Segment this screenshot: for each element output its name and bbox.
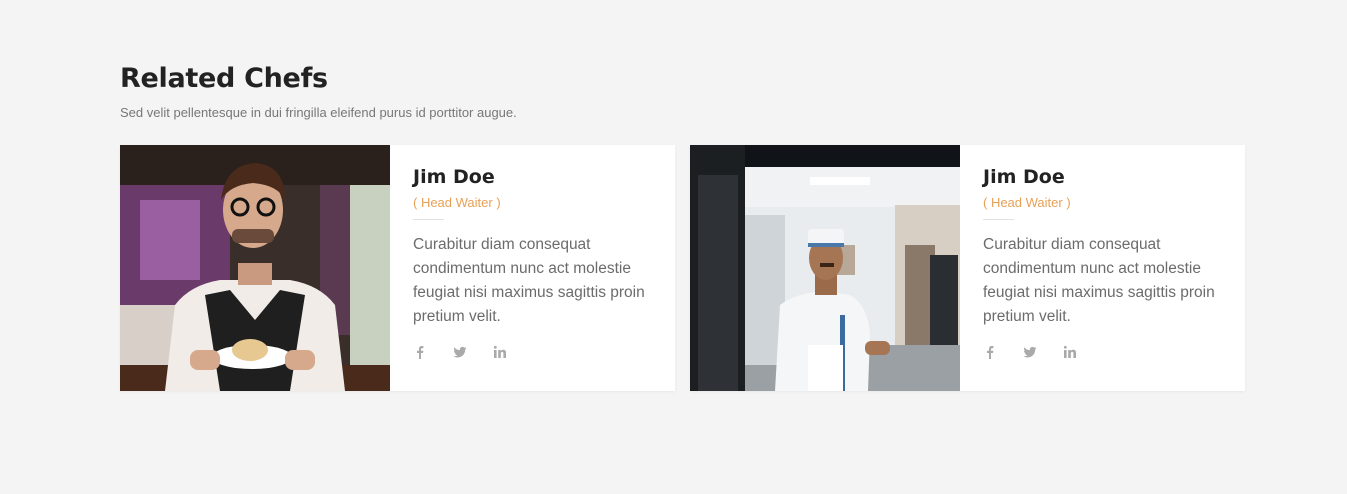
section-subtitle: Sed velit pellentesque in dui fringilla … bbox=[120, 105, 517, 120]
twitter-icon[interactable] bbox=[1023, 345, 1037, 359]
chef-photo bbox=[690, 145, 960, 391]
chef-info: Jim Doe ( Head Waiter ) Curabitur diam c… bbox=[413, 145, 658, 329]
section-title: Related Chefs bbox=[120, 63, 328, 94]
linkedin-icon[interactable] bbox=[1063, 345, 1077, 359]
facebook-icon[interactable] bbox=[983, 345, 997, 359]
social-links bbox=[983, 345, 1103, 359]
chef-cards: Jim Doe ( Head Waiter ) Curabitur diam c… bbox=[120, 145, 1245, 391]
chef-description: Curabitur diam consequat condimentum nun… bbox=[983, 236, 1215, 325]
related-chefs-section: Related Chefs Sed velit pellentesque in … bbox=[120, 62, 1245, 391]
social-links bbox=[413, 345, 533, 359]
chef-name: Jim Doe bbox=[413, 166, 495, 188]
chef-role: ( Head Waiter ) bbox=[983, 195, 1071, 210]
chef-card: Jim Doe ( Head Waiter ) Curabitur diam c… bbox=[120, 145, 675, 391]
chef-name: Jim Doe bbox=[983, 166, 1065, 188]
divider bbox=[413, 219, 444, 220]
chef-card: Jim Doe ( Head Waiter ) Curabitur diam c… bbox=[690, 145, 1245, 391]
chef-info: Jim Doe ( Head Waiter ) Curabitur diam c… bbox=[983, 145, 1228, 329]
chef-photo bbox=[120, 145, 390, 391]
chef-description: Curabitur diam consequat condimentum nun… bbox=[413, 236, 645, 325]
twitter-icon[interactable] bbox=[453, 345, 467, 359]
facebook-icon[interactable] bbox=[413, 345, 427, 359]
divider bbox=[983, 219, 1014, 220]
chef-role: ( Head Waiter ) bbox=[413, 195, 501, 210]
linkedin-icon[interactable] bbox=[493, 345, 507, 359]
